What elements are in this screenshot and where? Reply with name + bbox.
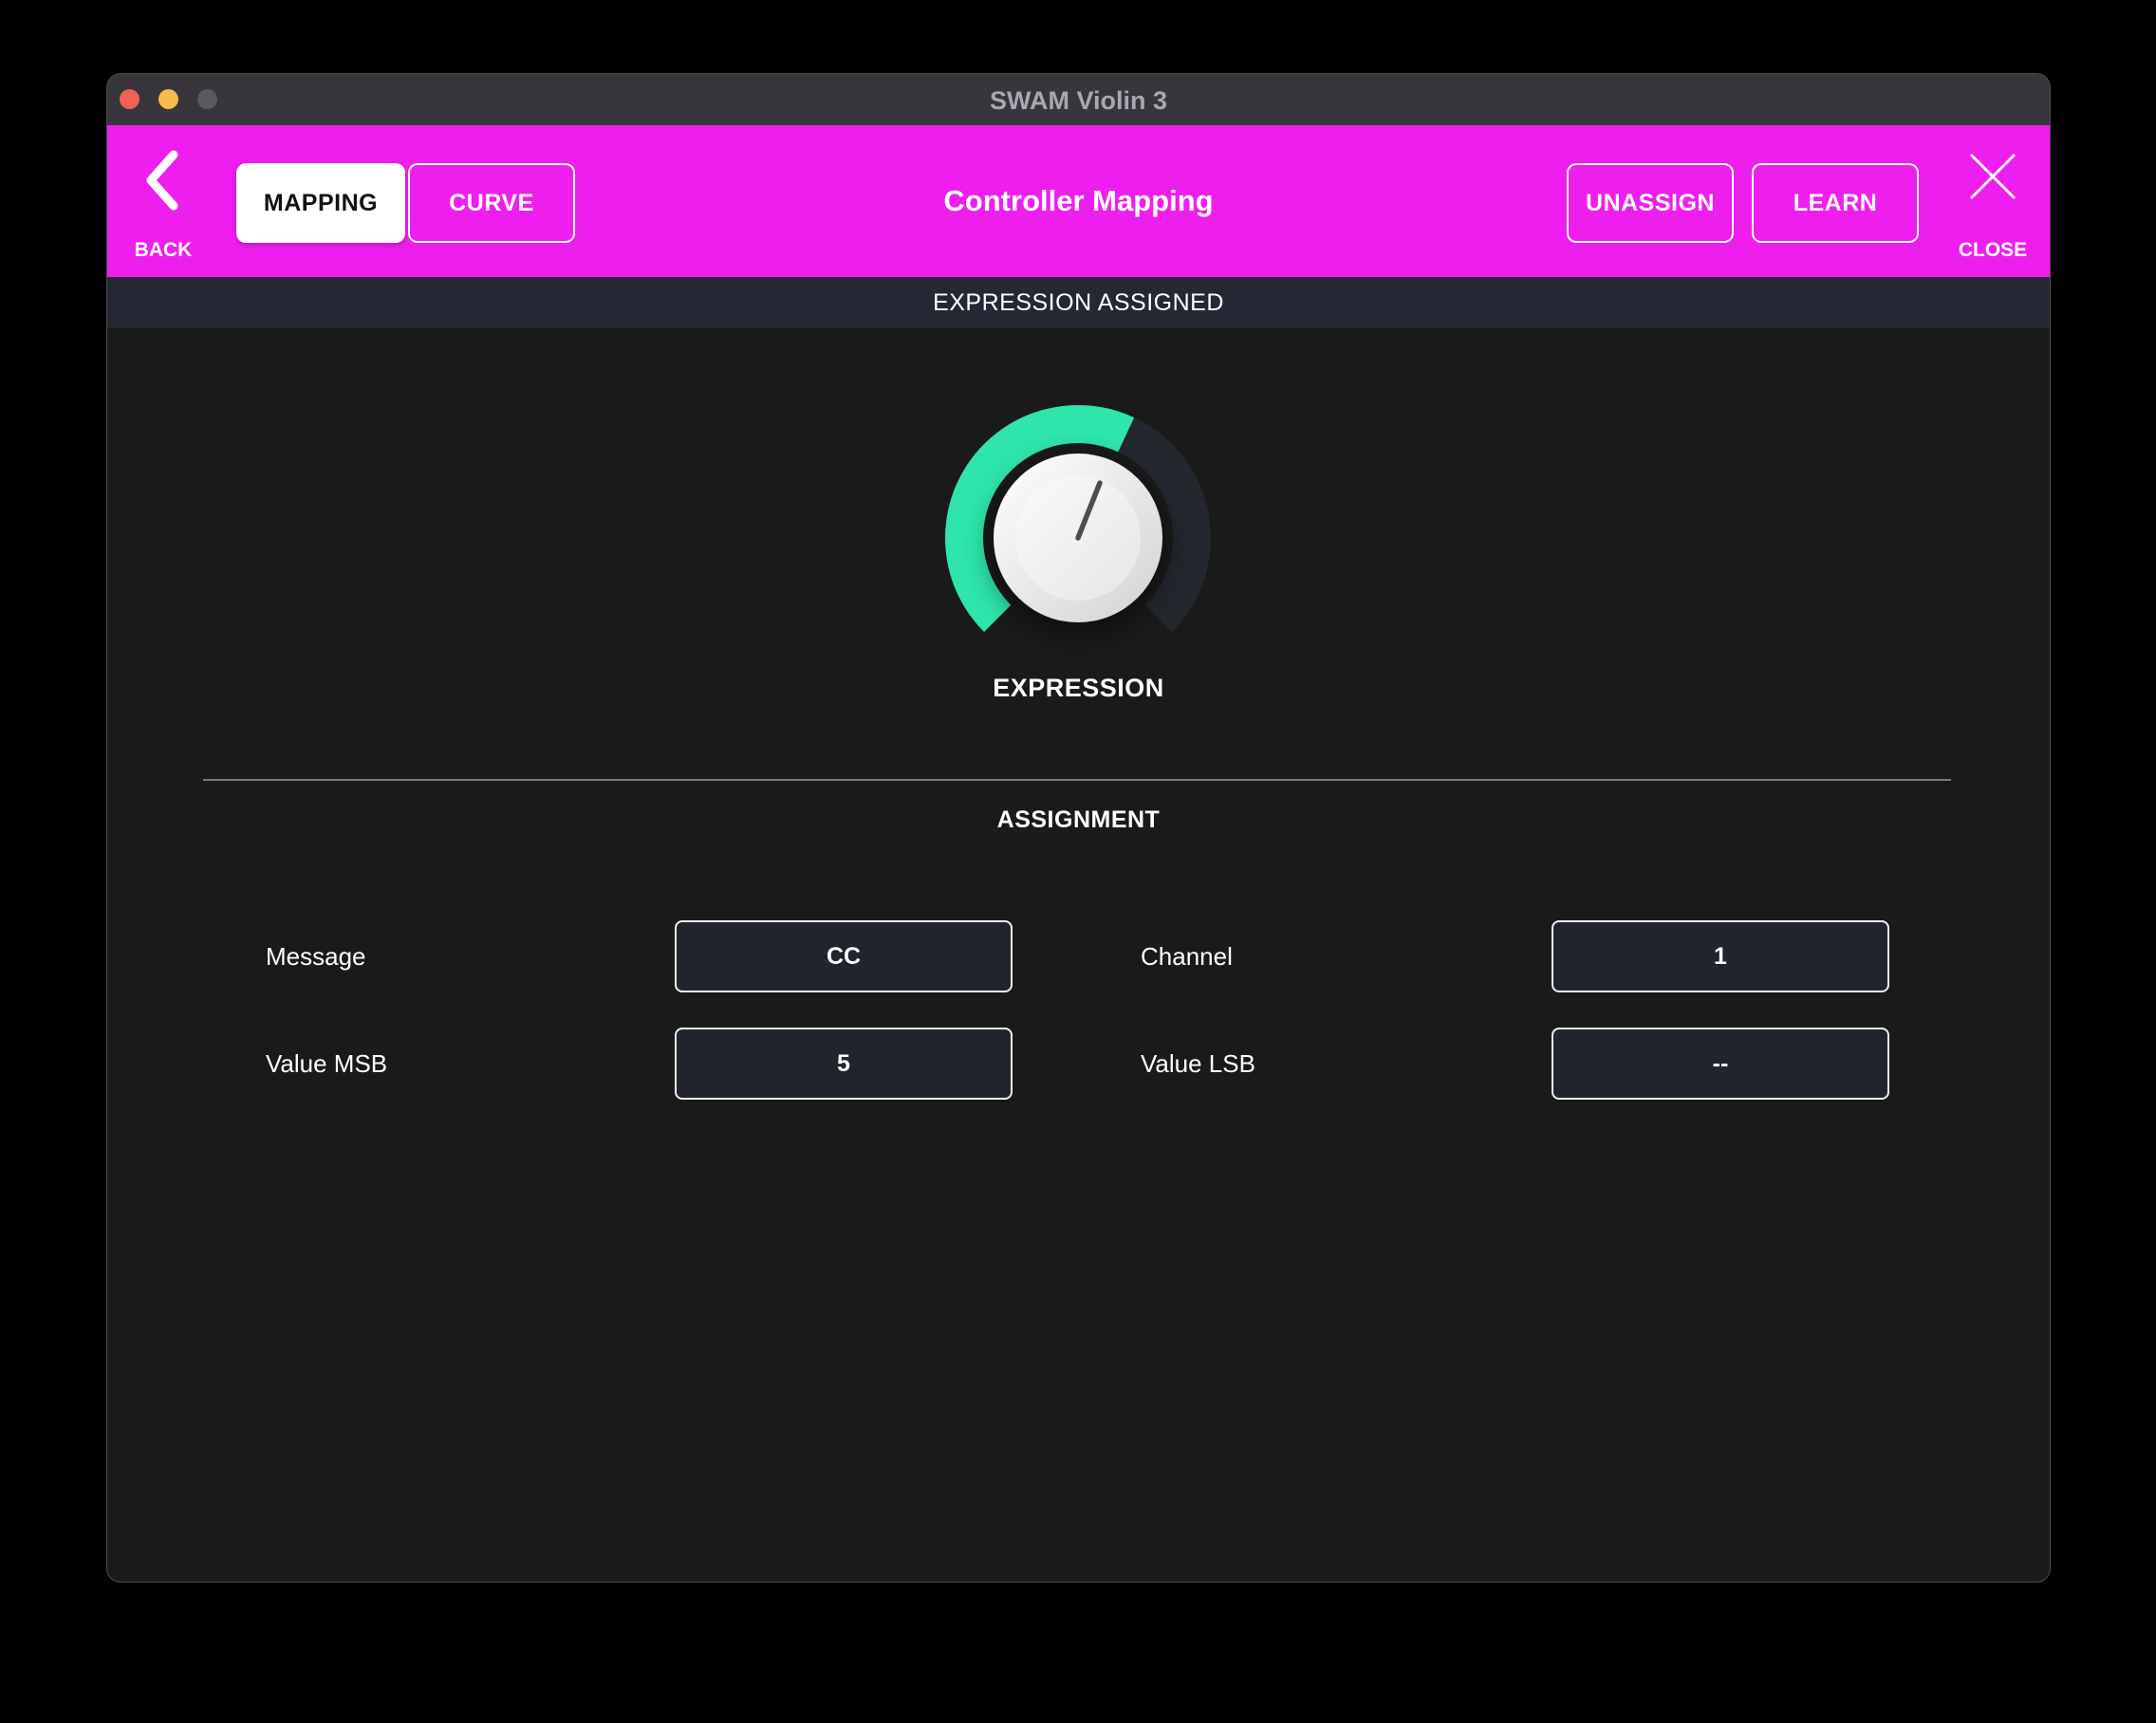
unassign-button-label: UNASSIGN [1586, 189, 1715, 216]
message-value: CC [826, 942, 862, 970]
app-window: SWAM Violin 3 BACK MAPPING CURVE Control… [107, 74, 2050, 1582]
tab-curve-label: CURVE [449, 189, 534, 216]
value-msb-value: 5 [837, 1049, 850, 1077]
unassign-button[interactable]: UNASSIGN [1567, 163, 1734, 243]
chevron-left-icon [146, 150, 178, 211]
message-value-box[interactable]: CC [675, 920, 1013, 992]
header-bar: BACK MAPPING CURVE Controller Mapping UN… [107, 125, 2050, 277]
section-divider [203, 779, 1951, 781]
message-label: Message [266, 941, 366, 971]
assignment-heading: ASSIGNMENT [996, 806, 1161, 833]
value-lsb-label: Value LSB [1141, 1048, 1255, 1078]
channel-label: Channel [1141, 941, 1233, 971]
tab-mapping-label: MAPPING [263, 189, 379, 216]
value-lsb-value: -- [1712, 1049, 1729, 1077]
channel-value: 1 [1714, 942, 1727, 970]
window-title: SWAM Violin 3 [989, 86, 1168, 115]
knob-face [994, 454, 1162, 622]
close-button-label: CLOSE [1958, 239, 2028, 261]
tab-mapping[interactable]: MAPPING [236, 163, 405, 243]
learn-button[interactable]: LEARN [1752, 163, 1919, 243]
value-lsb-value-box[interactable]: -- [1552, 1028, 1889, 1100]
status-bar: EXPRESSION ASSIGNED [107, 277, 2050, 328]
learn-button-label: LEARN [1793, 189, 1878, 216]
titlebar: SWAM Violin 3 [107, 74, 2050, 125]
close-icon [1969, 153, 2017, 200]
back-button-label: BACK [134, 239, 193, 261]
expression-knob[interactable] [936, 396, 1220, 680]
knob-label: EXPRESSION [993, 674, 1164, 702]
value-msb-value-box[interactable]: 5 [675, 1028, 1013, 1100]
back-button[interactable]: BACK [125, 142, 201, 264]
tab-curve[interactable]: CURVE [408, 163, 575, 243]
close-button[interactable]: CLOSE [1952, 142, 2034, 264]
value-msb-label: Value MSB [266, 1048, 388, 1078]
channel-value-box[interactable]: 1 [1552, 920, 1889, 992]
status-text: EXPRESSION ASSIGNED [933, 288, 1224, 316]
